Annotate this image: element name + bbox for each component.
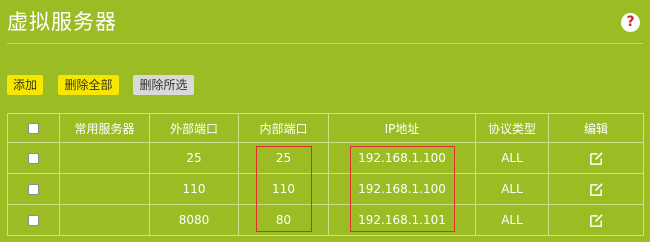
cell-service [59,142,150,174]
edit-icon[interactable] [589,213,604,228]
virtual-server-table: 常用服务器 外部端口 内部端口 IP地址 协议类型 编辑 25 25 192.1… [7,113,644,236]
page-title: 虚拟服务器 [7,10,117,34]
cell-ip-address: 192.168.1.100 [328,142,476,174]
row-checkbox[interactable] [28,215,39,226]
cell-internal-port: 25 [238,142,329,174]
table-header-row: 常用服务器 外部端口 内部端口 IP地址 协议类型 编辑 [7,113,644,143]
header-edit: 编辑 [548,113,644,143]
cell-internal-port: 110 [238,173,329,205]
cell-protocol: ALL [475,173,549,205]
cell-ip-address: 192.168.1.100 [328,173,476,205]
edit-icon[interactable] [589,151,604,166]
title-divider [7,43,643,44]
cell-external-port: 8080 [149,204,239,236]
header-ip-address: IP地址 [328,113,476,143]
cell-protocol: ALL [475,142,549,174]
cell-ip-address: 192.168.1.101 [328,204,476,236]
header-protocol: 协议类型 [475,113,549,143]
cell-external-port: 25 [149,142,239,174]
table-row: 25 25 192.168.1.100 ALL [7,142,644,174]
help-icon[interactable]: ? [621,13,640,32]
cell-internal-port: 80 [238,204,329,236]
edit-icon[interactable] [589,182,604,197]
cell-service [59,173,150,205]
header-select-all[interactable] [7,113,60,143]
row-checkbox[interactable] [28,184,39,195]
header-external-port: 外部端口 [149,113,239,143]
delete-selected-button[interactable]: 删除所选 [133,75,194,95]
table-row: 110 110 192.168.1.100 ALL [7,173,644,205]
cell-protocol: ALL [475,204,549,236]
cell-external-port: 110 [149,173,239,205]
select-all-checkbox[interactable] [28,123,39,134]
table-row: 8080 80 192.168.1.101 ALL [7,204,644,236]
row-checkbox[interactable] [28,153,39,164]
header-internal-port: 内部端口 [238,113,329,143]
delete-all-button[interactable]: 删除全部 [58,75,119,95]
add-button[interactable]: 添加 [7,75,43,95]
header-common-server: 常用服务器 [59,113,150,143]
cell-service [59,204,150,236]
